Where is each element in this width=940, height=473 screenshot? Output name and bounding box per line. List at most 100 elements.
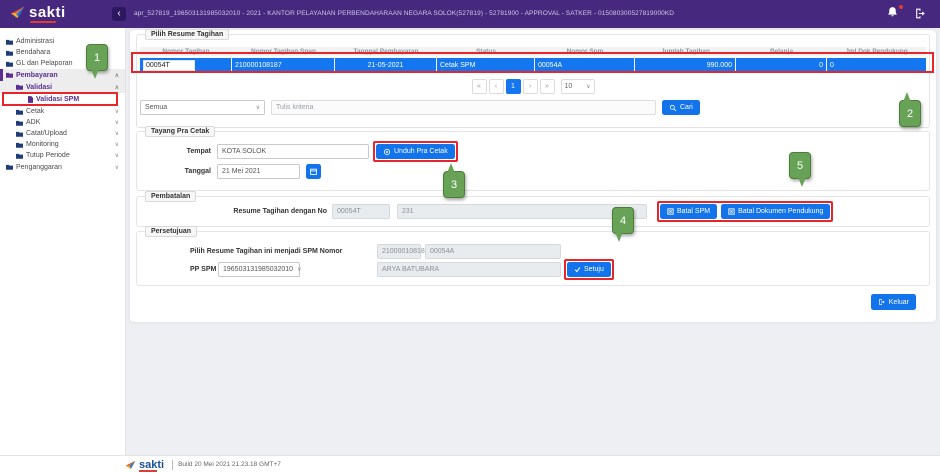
page-size-select[interactable]: 10 — [561, 79, 595, 94]
tanggal-label: Tanggal — [137, 168, 211, 175]
resume-kode-field: 231 — [397, 204, 647, 219]
nomor-tagihan-cell[interactable]: 00054T — [143, 60, 195, 71]
column-header[interactable]: Nomor Tagihan Span — [232, 48, 335, 55]
batal-dokumen-pendukung-button[interactable]: Batal Dokumen Pendukung — [721, 204, 830, 219]
sidebar-item-adk[interactable]: ADK ∨ — [0, 117, 125, 128]
keluar-button[interactable]: Keluar — [871, 294, 916, 310]
app-header: sakti ‹ apr_527819_196503131985032010 - … — [0, 0, 940, 28]
sidebar-item-pembayaran[interactable]: Pembayaran ∧ — [0, 69, 125, 81]
column-header[interactable]: Tanggal Pembayaran — [335, 48, 437, 55]
balloon-number: 5 — [797, 160, 803, 172]
annotation-box-setuju: Setuju — [564, 259, 614, 280]
annotation-balloon-3: 3 — [443, 171, 465, 198]
chevron-down-icon: ∨ — [115, 164, 119, 171]
search-criteria-input[interactable]: Tulis kriteria — [271, 100, 656, 115]
pp-spm-label: PP SPM — [190, 266, 216, 273]
annotation-balloon-5: 5 — [789, 152, 811, 179]
column-header[interactable]: Jumlah Tagihan — [635, 48, 736, 55]
balloon-tail — [903, 92, 911, 102]
batal-spm-button[interactable]: Batal SPM — [660, 204, 717, 219]
notification-bell-icon[interactable] — [886, 6, 902, 22]
sidebar-item-validasi[interactable]: Validasi ∧ — [0, 81, 125, 93]
back-button[interactable]: ‹ — [112, 7, 126, 21]
unduh-pra-cetak-button[interactable]: Unduh Pra Cetak — [376, 144, 455, 159]
folder-icon — [16, 84, 23, 90]
folder-icon — [6, 61, 13, 67]
annotation-box-batal: Batal SPM Batal Dokumen Pendukung — [657, 201, 833, 222]
sidebar-item-label: Validasi SPM — [36, 96, 79, 103]
annotation-balloon-1: 1 — [86, 44, 108, 71]
folder-icon — [6, 72, 13, 78]
folder-icon — [16, 153, 23, 159]
chevron-down-icon: ∨ — [115, 119, 119, 126]
section-legend: Tayang Pra Cetak — [145, 126, 215, 137]
section-pilih-resume-tagihan: Pilih Resume Tagihan Nomor Tagihan Nomor… — [136, 34, 930, 128]
print-icon — [383, 148, 391, 156]
sidebar-item-cetak[interactable]: Cetak ∨ — [0, 106, 125, 117]
pp-spm-value: 196503131985032010 — [223, 266, 293, 273]
annotation-balloon-4: 4 — [612, 207, 634, 234]
section-persetujuan: Persetujuan Pilih Resume Tagihan ini men… — [136, 231, 930, 286]
pagination-next-button[interactable]: › — [523, 79, 538, 94]
balloon-number: 1 — [94, 52, 100, 64]
sidebar-item-tutup-periode[interactable]: Tutup Periode ∨ — [0, 150, 125, 161]
resume-no-field: 00054T — [332, 204, 390, 219]
sidebar-item-monitoring[interactable]: Monitoring ∨ — [0, 139, 125, 150]
sidebar-item-label: GL dan Pelaporan — [16, 60, 73, 67]
belanja-cell: 0 — [736, 58, 827, 73]
session-title: apr_527819_196503131985032010 - 2021 - K… — [134, 10, 674, 17]
section-legend: Pembatalan — [145, 191, 196, 202]
check-icon — [574, 266, 581, 273]
build-info: Build 20 Mei 2021 21.23.18 GMT+7 — [178, 461, 281, 468]
chevron-down-icon: ∨ — [115, 108, 119, 115]
sidebar-item-label: Catat/Upload — [26, 130, 67, 137]
app-logo: sakti — [10, 4, 66, 21]
pagination-page-1-button[interactable]: 1 — [506, 79, 521, 94]
batal-dok-label: Batal Dokumen Pendukung — [738, 208, 823, 215]
pp-spm-select[interactable]: 196503131985032010 — [218, 262, 300, 277]
pagination-last-button[interactable]: » — [540, 79, 555, 94]
tanggal-pembayaran-cell: 21-05-2021 — [335, 58, 437, 73]
column-header[interactable]: Nomor Tagihan — [140, 48, 232, 55]
sidebar-item-label: Validasi — [26, 84, 52, 91]
calendar-button[interactable] — [306, 164, 321, 179]
table-row-selected[interactable]: 00054T 210000108187 21-05-2021 Cetak SPM… — [140, 58, 926, 73]
column-header[interactable]: Jml Dok Pendukung — [827, 48, 926, 55]
column-header[interactable]: Nomor Spm — [535, 48, 635, 55]
nomor-tagihan-span-cell: 210000108187 — [232, 58, 335, 73]
logout-icon[interactable] — [914, 7, 928, 21]
column-header[interactable]: Belanja — [736, 48, 827, 55]
bell-icon — [886, 6, 899, 19]
sidebar-item-label: Monitoring — [26, 141, 59, 148]
cancel-icon — [728, 208, 735, 215]
app-logo-text: sakti — [29, 4, 66, 21]
app-footer: sakti Build 20 Mei 2021 21.23.18 GMT+7 — [0, 455, 940, 473]
cari-button[interactable]: Cari — [662, 100, 700, 115]
jumlah-tagihan-cell: 990.000 — [635, 58, 736, 73]
tempat-input[interactable]: KOTA SOLOK — [217, 144, 369, 159]
keluar-label: Keluar — [889, 299, 909, 306]
folder-icon — [6, 50, 13, 56]
pilih-resume-label: Pilih Resume Tagihan ini menjadi SPM Nom… — [190, 248, 375, 255]
section-pembatalan: Pembatalan Resume Tagihan dengan No 0005… — [136, 196, 930, 227]
balloon-number: 3 — [451, 179, 457, 191]
pagination-prev-button[interactable]: ‹ — [489, 79, 504, 94]
setuju-label: Setuju — [584, 266, 604, 273]
footer-logo: sakti — [125, 459, 164, 471]
sidebar-item-catat-upload[interactable]: Catat/Upload ∨ — [0, 128, 125, 139]
tanggal-input[interactable]: 21 Mei 2021 — [217, 164, 300, 179]
sidebar-item-penganggaran[interactable]: Penganggaran ∨ — [0, 161, 125, 173]
balloon-tail — [447, 163, 455, 173]
sidebar-item-label: Pembayaran — [16, 72, 58, 79]
page-size-value: 10 — [565, 83, 573, 90]
sidebar-item-validasi-spm[interactable]: Validasi SPM — [0, 93, 125, 106]
chevron-down-icon: ∨ — [115, 152, 119, 159]
pagination-first-button[interactable]: « — [472, 79, 487, 94]
folder-icon — [6, 39, 13, 45]
cari-button-label: Cari — [680, 104, 693, 111]
sidebar-item-label: ADK — [26, 119, 40, 126]
filter-column-select[interactable]: Semua — [140, 100, 265, 115]
setuju-button[interactable]: Setuju — [567, 262, 611, 277]
filter-row: Semua Tulis kriteria Cari — [140, 100, 926, 115]
column-header[interactable]: Status — [437, 48, 535, 55]
